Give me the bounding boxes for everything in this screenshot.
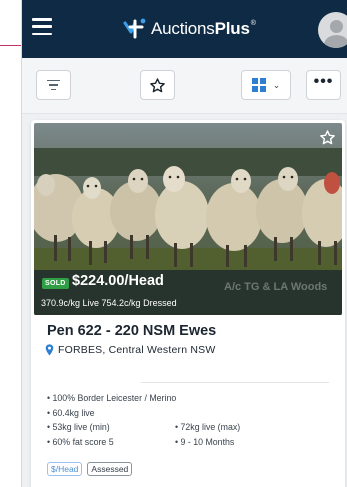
- detail-item: • 60.4kg live: [47, 407, 95, 418]
- lot-details: • 100% Border Leicester / Merino • 60.4k…: [47, 391, 337, 449]
- price-banner: SOLD $224.00/Head 370.9c/kg Live 754.2c/…: [34, 270, 342, 315]
- detail-item: • 9 - 10 Months: [175, 436, 235, 447]
- vendor-watermark: A/c TG & LA Woods: [224, 281, 328, 293]
- app-screen: AuctionsPlus ® ⌄ ••• SOLD $224.00/Head 3…: [21, 0, 347, 487]
- watchlist-button[interactable]: [140, 70, 175, 100]
- lot-tags: $/Head Assessed: [47, 462, 133, 476]
- listing-card[interactable]: SOLD $224.00/Head 370.9c/kg Live 754.2c/…: [31, 120, 345, 487]
- hamburger-icon[interactable]: [32, 18, 52, 35]
- detail-row: • 53kg live (min) • 72kg live (max): [47, 420, 337, 435]
- chevron-down-icon: ⌄: [272, 79, 281, 90]
- star-outline-icon[interactable]: [319, 129, 336, 146]
- price-per-kg: 370.9c/kg Live 754.2c/kg Dressed: [41, 298, 177, 308]
- sale-price: $224.00/Head: [72, 273, 164, 289]
- location-text: FORBES, Central Western NSW: [58, 344, 216, 356]
- tag-price-unit: $/Head: [47, 462, 83, 476]
- detail-item: • 72kg live (max): [175, 422, 241, 433]
- divider: [141, 382, 329, 383]
- lot-location: FORBES, Central Western NSW: [45, 344, 216, 356]
- star-outline-icon: [150, 77, 165, 92]
- more-icon: •••: [313, 73, 334, 90]
- detail-row: • 100% Border Leicester / Merino: [47, 391, 337, 406]
- listing-photo[interactable]: SOLD $224.00/Head 370.9c/kg Live 754.2c/…: [34, 123, 342, 315]
- grid-view-icon: [251, 78, 266, 92]
- navbar: AuctionsPlus ®: [22, 0, 347, 58]
- toolbar: ⌄ •••: [22, 58, 347, 114]
- view-toggle-button[interactable]: ⌄: [241, 70, 291, 100]
- more-options-button[interactable]: •••: [306, 70, 341, 100]
- detail-item: • 60% fat score 5: [47, 436, 114, 447]
- brand-logo[interactable]: AuctionsPlus ®: [122, 16, 256, 42]
- logo-mark-icon: [123, 18, 146, 39]
- tag-assessed: Assessed: [87, 462, 133, 476]
- user-avatar-icon[interactable]: [318, 12, 347, 48]
- filter-button[interactable]: [36, 70, 71, 100]
- status-badge: SOLD: [42, 278, 69, 289]
- filter-icon: [47, 79, 60, 91]
- lot-title[interactable]: Pen 622 - 220 NSM Ewes: [47, 323, 216, 339]
- brand-name: AuctionsPlus: [151, 19, 250, 38]
- detail-row: • 60% fat score 5 • 9 - 10 Months: [47, 435, 337, 450]
- detail-item: • 53kg live (min): [47, 422, 110, 433]
- detail-item: • 100% Border Leicester / Merino: [47, 393, 177, 404]
- detail-row: • 60.4kg live: [47, 406, 337, 421]
- location-pin-icon: [45, 344, 54, 356]
- registered-mark: ®: [250, 19, 256, 27]
